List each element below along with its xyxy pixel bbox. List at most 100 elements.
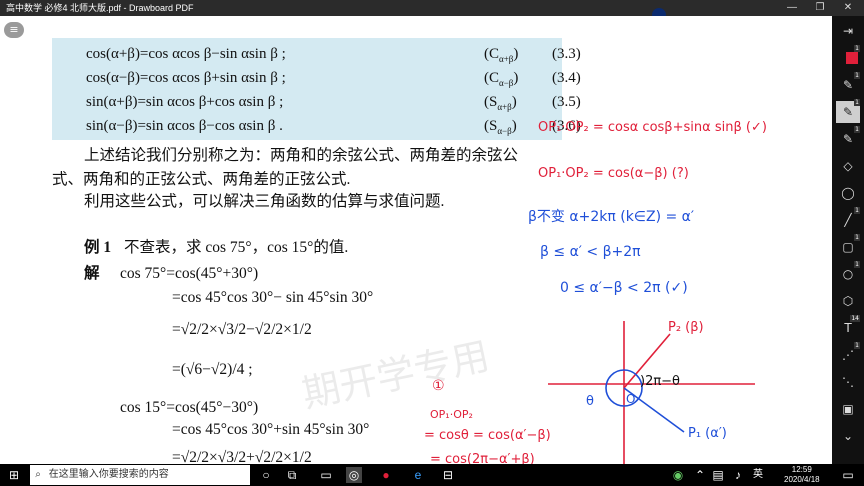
- example-label: 例 1: [84, 239, 112, 256]
- close-button[interactable]: ✕: [834, 0, 862, 16]
- color-swatch: [846, 52, 858, 64]
- tray-arrow-icon[interactable]: ⌃: [692, 467, 708, 483]
- formula-label-letter: (S: [484, 118, 498, 134]
- formula-label: (Sα−β): [484, 114, 517, 143]
- ellipse-tool[interactable]: ○ 1: [836, 261, 860, 285]
- formula-number: (3.3): [552, 46, 581, 62]
- formula-row: sin(α+β)=sin αcos β+cos αsin β ; (Sα+β) (3…: [86, 90, 581, 114]
- notification-icon[interactable]: ▭: [840, 467, 856, 483]
- eraser-tool[interactable]: ◇: [836, 155, 860, 177]
- connector-tool-icon: ⋰: [842, 348, 854, 362]
- scroll-down[interactable]: ⌄: [836, 425, 860, 447]
- tool-badge: 1: [854, 72, 860, 79]
- document-canvas[interactable]: ≡ cos(α+β)=cos αcos β−sin αsin β ; (Cα+β)…: [0, 16, 832, 464]
- solution-step-7: =√2/2×√3/2+√2/2×1/2: [172, 449, 312, 464]
- formula-label-sub: α−β: [497, 126, 512, 136]
- solution-step-4: =(√6−√2)/4 ;: [172, 361, 253, 378]
- app-icon[interactable]: ⊟: [440, 467, 456, 483]
- task-view-icon[interactable]: ⧉: [284, 467, 300, 483]
- formula-label-close: ): [513, 46, 519, 62]
- polygon-tool[interactable]: ⬡: [836, 290, 860, 312]
- formula-label-sub: α−β: [499, 78, 514, 88]
- formula-label-close: ): [513, 70, 519, 86]
- highlighter-tool-icon: ✎: [842, 132, 854, 146]
- ink-angle-label: )2π−θ: [640, 374, 681, 389]
- ink-label-p2: P₂ (β): [668, 320, 704, 335]
- solution-label: 解: [84, 265, 100, 282]
- solution-step-2: =cos 45°cos 30°− sin 45°sin 30°: [172, 289, 374, 306]
- formula-box: cos(α+β)=cos αcos β−sin αsin β ; (Cα+β) (3…: [52, 38, 581, 140]
- line-tool-icon: ╱: [844, 213, 852, 227]
- ink-note-red-3: OP₁·OP₂: [430, 408, 473, 421]
- tool-sidebar: ⇥ 1 ✎ 1 ✎ 1 ✎ 1 ◇ ◯ ╱ 1 ▢ 1 ○ 1 ⬡ T 14 ⋰ 1 ⋱ ▣ ⌄: [832, 16, 864, 464]
- formula-text: sin(α+β)=sin αcos β+cos αsin β ;: [86, 94, 284, 110]
- minimize-button[interactable]: —: [778, 0, 806, 16]
- volume-icon[interactable]: ♪: [730, 467, 746, 483]
- formula-text: sin(α−β)=sin αcos β−cos αsin β .: [86, 118, 283, 134]
- expand-tool-icon: ⇥: [842, 24, 854, 38]
- edge-icon[interactable]: e: [410, 467, 426, 483]
- ime-indicator[interactable]: 英: [750, 467, 766, 483]
- red-swatch[interactable]: 1: [836, 45, 860, 69]
- formula-label-sub: α+β: [497, 102, 512, 112]
- windows-start-icon[interactable]: ⊞: [6, 467, 22, 483]
- formula-label-close: ): [511, 94, 517, 110]
- rectangle-tool[interactable]: ▢ 1: [836, 234, 860, 258]
- text-tool[interactable]: T 14: [836, 315, 860, 339]
- tray-app-icon[interactable]: ◉: [670, 467, 686, 483]
- hamburger-icon[interactable]: ≡: [4, 22, 24, 38]
- polygon-tool-icon: ⬡: [842, 294, 854, 308]
- pen-tool[interactable]: ✎ 1: [836, 72, 860, 96]
- formula-row: cos(α+β)=cos αcos β−sin αsin β ; (Cα+β) (3…: [86, 42, 581, 66]
- solution-step-3: =√2/2×√3/2−√2/2×1/2: [172, 321, 312, 338]
- image-tool[interactable]: ▣: [836, 398, 860, 420]
- measure-tool[interactable]: ⋱: [836, 371, 860, 393]
- example-text: 不查表，求 cos 75°，cos 15°的值.: [124, 239, 349, 256]
- taskbar-search[interactable]: ⌕ 在这里输入你要搜索的内容: [30, 465, 250, 485]
- clock-time: 12:59: [791, 465, 812, 474]
- image-tool-icon: ▣: [842, 402, 854, 416]
- cortana-icon[interactable]: ○: [258, 467, 274, 483]
- ink-note-red-1: OP₁·OP₂ = cosα cosβ+sinα sinβ (✓): [538, 120, 767, 135]
- title-bar: 高中数学 必修4 北师大版.pdf - Drawboard PDF — ❐ ✕: [0, 0, 864, 16]
- ink-circled-one: ①: [432, 378, 445, 394]
- formula-row: cos(α−β)=cos αcos β+sin αsin β ; (Cα−β) (3…: [86, 66, 581, 90]
- connector-tool[interactable]: ⋰ 1: [836, 342, 860, 366]
- clock-date: 2020/4/18: [784, 475, 820, 484]
- formula-label-letter: (S: [484, 94, 498, 110]
- ink-origin: O: [626, 392, 636, 406]
- solution-step-5: cos 15°=cos(45°−30°): [120, 399, 259, 416]
- formula-label-letter: (C: [484, 70, 499, 86]
- expand-tool[interactable]: ⇥: [836, 20, 860, 42]
- highlighter-tool[interactable]: ✎ 1: [836, 126, 860, 150]
- pen-tool-active-icon: ✎: [842, 105, 854, 119]
- formula-row: sin(α−β)=sin αcos β−cos αsin β . (Sα−β) (3…: [86, 114, 581, 138]
- tool-badge: 1: [854, 207, 860, 214]
- measure-tool-icon: ⋱: [842, 375, 854, 389]
- network-icon[interactable]: ▤: [710, 467, 726, 483]
- taskbar: ⊞ ⌕ 在这里输入你要搜索的内容 ○ ⧉ ▭ ◎ ● e ⊟ ◉ ⌃ ▤ ♪ 英…: [0, 464, 864, 486]
- formula-text: cos(α−β)=cos αcos β+sin αsin β ;: [86, 70, 286, 86]
- taskbar-clock[interactable]: 12:59 2020/4/18: [784, 465, 820, 485]
- formula-label-letter: (C: [484, 46, 499, 62]
- maximize-button[interactable]: ❐: [806, 0, 834, 16]
- eraser-tool-icon: ◇: [843, 159, 853, 173]
- drawboard-icon[interactable]: ◎: [346, 467, 362, 483]
- file-explorer-icon[interactable]: ▭: [318, 467, 334, 483]
- tool-badge: 1: [854, 234, 860, 241]
- tool-badge: 14: [850, 315, 860, 322]
- lasso-tool[interactable]: ◯: [836, 182, 860, 204]
- pen-tool-icon: ✎: [842, 78, 854, 92]
- ink-note-blue-3: 0 ≤ α′−β < 2π (✓): [560, 280, 688, 296]
- pen-tool-active[interactable]: ✎ 1: [836, 99, 860, 123]
- line-tool[interactable]: ╱ 1: [836, 207, 860, 231]
- window-title: 高中数学 必修4 北师大版.pdf - Drawboard PDF: [6, 3, 194, 13]
- ellipse-tool-icon: ○: [842, 267, 854, 281]
- formula-number: (3.4): [552, 70, 581, 86]
- tool-badge: 1: [854, 99, 860, 106]
- formula-label-sub: α+β: [499, 54, 514, 64]
- ink-note-blue-2: β ≤ α′ < β+2π: [540, 244, 641, 260]
- record-icon[interactable]: ●: [378, 467, 394, 483]
- paragraph-2: 利用这些公式，可以解决三角函数的估算与求值问题.: [84, 193, 445, 210]
- text-tool-icon: T: [844, 321, 852, 335]
